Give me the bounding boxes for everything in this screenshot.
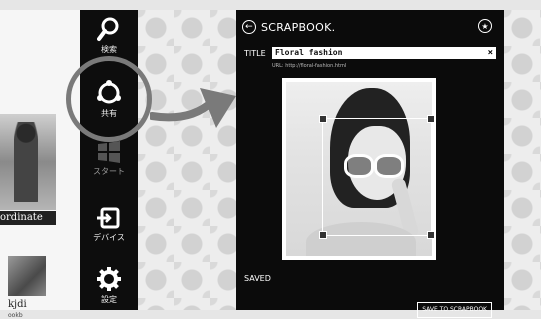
title-field-label: TITLE bbox=[244, 49, 266, 58]
clear-icon[interactable]: × bbox=[488, 47, 493, 59]
gear-icon bbox=[97, 267, 121, 291]
crop-box[interactable] bbox=[319, 115, 435, 239]
windows-start-icon bbox=[98, 141, 120, 163]
fashion-photo[interactable] bbox=[0, 114, 56, 210]
back-arrow-icon[interactable]: ← bbox=[242, 20, 256, 34]
search-icon bbox=[97, 17, 119, 41]
save-to-scrapbook-button[interactable]: SAVE TO SCRAPBOOK bbox=[417, 302, 492, 318]
highlight-circle bbox=[66, 56, 152, 142]
devices-icon bbox=[97, 207, 120, 229]
star-icon[interactable]: ★ bbox=[478, 19, 492, 33]
web-page: ordinate kjdi ookb bbox=[0, 10, 80, 319]
charm-start[interactable]: スタート bbox=[80, 140, 138, 177]
thumbnail-subcaption: ookb bbox=[8, 312, 23, 319]
charm-label: 設定 bbox=[101, 295, 117, 304]
crop-handle-top-left[interactable] bbox=[319, 115, 327, 123]
damask-pattern-right bbox=[504, 10, 541, 310]
crop-handle-top-right[interactable] bbox=[427, 115, 435, 123]
title-input-value: Floral fashion bbox=[275, 48, 343, 57]
share-panel: ← SCRAPBOOK. ★ TITLE Floral fashion × UR… bbox=[236, 10, 504, 318]
charm-label: デバイス bbox=[93, 233, 125, 242]
charm-settings[interactable]: 設定 bbox=[80, 266, 138, 305]
page-url: URL: http://floral-fashion.html bbox=[272, 63, 347, 69]
thumbnail-caption: kjdi bbox=[8, 299, 27, 310]
model-figure bbox=[14, 122, 38, 202]
panel-title: SCRAPBOOK. bbox=[261, 20, 336, 34]
title-input[interactable]: Floral fashion × bbox=[272, 47, 496, 59]
photo-caption: ordinate bbox=[0, 211, 56, 225]
charm-search[interactable]: 検索 bbox=[80, 16, 138, 55]
thumbnail-photo[interactable] bbox=[8, 256, 46, 296]
arrow-icon bbox=[150, 88, 236, 128]
crop-handle-bottom-left[interactable] bbox=[319, 231, 327, 239]
charm-label: スタート bbox=[93, 167, 125, 176]
panel-header: ← SCRAPBOOK. bbox=[242, 18, 335, 36]
damask-pattern-left bbox=[138, 10, 236, 310]
crop-handle-bottom-right[interactable] bbox=[427, 231, 435, 239]
charms-bar: 検索 共有 スタート デバイス 設定 bbox=[80, 10, 138, 310]
charm-devices[interactable]: デバイス bbox=[80, 206, 138, 243]
saved-label: SAVED bbox=[244, 274, 271, 283]
charm-label: 検索 bbox=[101, 45, 117, 54]
